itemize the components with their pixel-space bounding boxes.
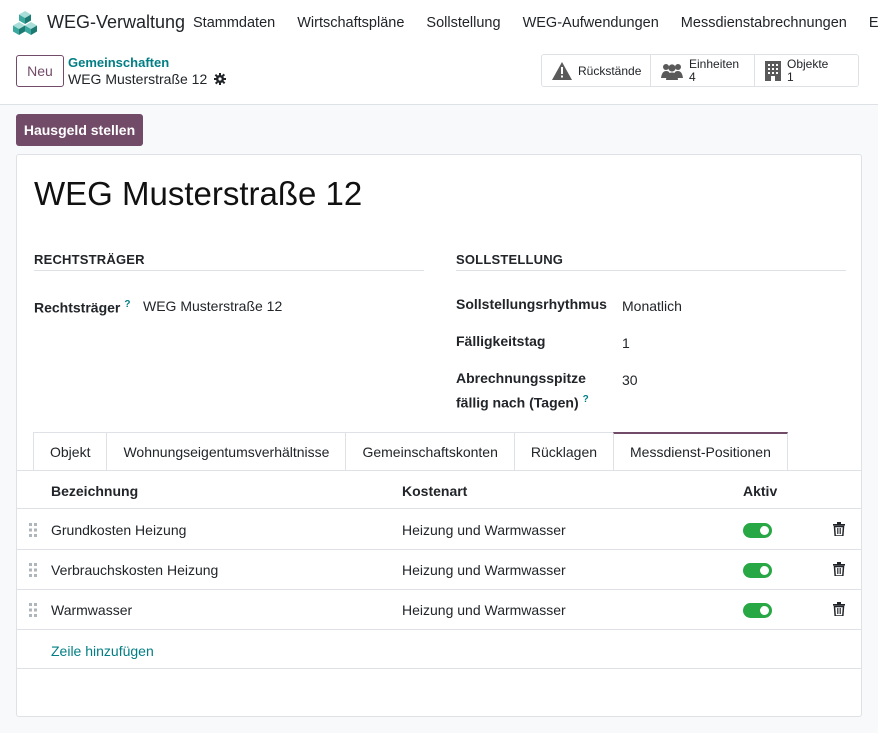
add-line-link[interactable]: Zeile hinzufügen bbox=[51, 643, 154, 659]
cell-kostenart[interactable]: Heizung und Warmwasser bbox=[402, 602, 566, 618]
faelligkeitstag-field[interactable]: 1 bbox=[622, 335, 630, 351]
objekte-count: 1 bbox=[787, 69, 794, 84]
tab-ruecklagen[interactable]: Rücklagen bbox=[513, 432, 614, 471]
group-title-rechtstraeger: RECHTSTRÄGER bbox=[34, 252, 145, 267]
drag-handle-icon[interactable] bbox=[29, 563, 37, 577]
users-icon bbox=[661, 62, 683, 80]
tab-gemeinschaftskonten[interactable]: Gemeinschaftskonten bbox=[345, 432, 514, 471]
trash-icon[interactable] bbox=[833, 602, 845, 616]
table-row[interactable]: Grundkosten Heizung Heizung und Warmwass… bbox=[17, 510, 861, 550]
table-row[interactable]: Warmwasser Heizung und Warmwasser bbox=[17, 590, 861, 630]
app-logo-icon[interactable] bbox=[12, 10, 38, 36]
column-header-bezeichnung[interactable]: Bezeichnung bbox=[51, 483, 138, 499]
form-sheet: WEG Musterstraße 12 RECHTSTRÄGER SOLLSTE… bbox=[16, 154, 862, 717]
rechtstraeger-label-text: Rechtsträger bbox=[34, 299, 121, 316]
abrechnungsspitze-label: Abrechnungsspitze fällig nach (Tagen)? bbox=[456, 368, 589, 414]
column-header-kostenart[interactable]: Kostenart bbox=[402, 483, 467, 499]
abrechnungsspitze-field[interactable]: 30 bbox=[622, 372, 638, 388]
trash-icon[interactable] bbox=[833, 522, 845, 536]
top-navbar: WEG-Verwaltung Stammdaten Wirtschaftsplä… bbox=[0, 0, 878, 46]
cell-bezeichnung[interactable]: Verbrauchskosten Heizung bbox=[51, 562, 218, 578]
main-menu: Stammdaten Wirtschaftspläne Sollstellung… bbox=[193, 15, 878, 31]
menu-item-eroeffnung[interactable]: Eröffn bbox=[869, 15, 878, 31]
help-icon[interactable]: ? bbox=[124, 299, 130, 310]
smart-buttons: Rückstände Einheiten 4 Objekte 1 bbox=[541, 54, 859, 87]
help-icon[interactable]: ? bbox=[583, 394, 589, 405]
group-title-sollstellung: SOLLSTELLUNG bbox=[456, 252, 564, 267]
cell-kostenart[interactable]: Heizung und Warmwasser bbox=[402, 522, 566, 538]
breadcrumb-current: WEG Musterstraße 12 bbox=[68, 71, 227, 87]
objekte-button[interactable]: Objekte 1 bbox=[755, 55, 858, 86]
warning-icon bbox=[552, 61, 572, 80]
abrechnungsspitze-label-line1: Abrechnungsspitze bbox=[456, 370, 586, 386]
tab-wohnungseigentumsverhaeltnisse[interactable]: Wohnungseigentumsverhältnisse bbox=[106, 432, 346, 471]
group-divider-right bbox=[456, 270, 846, 271]
breadcrumb-parent[interactable]: Gemeinschaften bbox=[68, 55, 169, 70]
table-header: Bezeichnung Kostenart Aktiv bbox=[17, 471, 861, 509]
notebook-tabs: Objekt Wohnungseigentumsverhältnisse Gem… bbox=[33, 432, 788, 471]
rueckstaende-label: Rückstände bbox=[578, 63, 642, 78]
new-button[interactable]: Neu bbox=[16, 55, 64, 87]
rechtstraeger-field[interactable]: WEG Musterstraße 12 bbox=[143, 298, 282, 314]
app-name[interactable]: WEG-Verwaltung bbox=[47, 12, 185, 33]
rhythmus-label: Sollstellungsrhythmus bbox=[456, 296, 607, 312]
table-row[interactable]: Verbrauchskosten Heizung Heizung und War… bbox=[17, 550, 861, 590]
column-header-aktiv[interactable]: Aktiv bbox=[743, 483, 777, 499]
menu-item-stammdaten[interactable]: Stammdaten bbox=[193, 15, 275, 31]
einheiten-label: Einheiten bbox=[689, 56, 740, 71]
aktiv-toggle[interactable] bbox=[743, 603, 772, 618]
cell-kostenart[interactable]: Heizung und Warmwasser bbox=[402, 562, 566, 578]
einheiten-count: 4 bbox=[689, 69, 696, 84]
trash-icon[interactable] bbox=[833, 562, 845, 576]
control-panel: Neu Gemeinschaften WEG Musterstraße 12 R… bbox=[0, 46, 878, 105]
tab-messdienst-positionen[interactable]: Messdienst-Positionen bbox=[613, 432, 788, 471]
faelligkeitstag-label: Fälligkeitstag bbox=[456, 333, 546, 349]
hausgeld-stellen-button[interactable]: Hausgeld stellen bbox=[16, 114, 143, 146]
abrechnungsspitze-label-line2: fällig nach (Tagen) bbox=[456, 394, 579, 411]
gear-icon[interactable] bbox=[214, 73, 227, 85]
menu-item-sollstellung[interactable]: Sollstellung bbox=[426, 15, 500, 31]
aktiv-toggle[interactable] bbox=[743, 523, 772, 538]
menu-item-weg-aufwendungen[interactable]: WEG-Aufwendungen bbox=[523, 15, 659, 31]
rhythmus-field[interactable]: Monatlich bbox=[622, 298, 682, 314]
add-line-row: Zeile hinzufügen bbox=[17, 631, 861, 669]
cell-bezeichnung[interactable]: Warmwasser bbox=[51, 602, 132, 618]
einheiten-button[interactable]: Einheiten 4 bbox=[651, 55, 755, 86]
menu-item-messdienstabrechnungen[interactable]: Messdienstabrechnungen bbox=[681, 15, 847, 31]
drag-handle-icon[interactable] bbox=[29, 603, 37, 617]
cell-bezeichnung[interactable]: Grundkosten Heizung bbox=[51, 522, 186, 538]
drag-handle-icon[interactable] bbox=[29, 523, 37, 537]
rechtstraeger-label: Rechtsträger? bbox=[34, 294, 130, 319]
tab-objekt[interactable]: Objekt bbox=[33, 432, 107, 471]
building-icon bbox=[765, 60, 781, 81]
aktiv-toggle[interactable] bbox=[743, 563, 772, 578]
objekte-label: Objekte bbox=[787, 56, 829, 71]
group-divider-left bbox=[34, 270, 424, 271]
rueckstaende-button[interactable]: Rückstände bbox=[542, 55, 651, 86]
record-title[interactable]: WEG Musterstraße 12 bbox=[34, 175, 362, 213]
menu-item-wirtschaftsplaene[interactable]: Wirtschaftspläne bbox=[297, 15, 404, 31]
breadcrumb-current-label: WEG Musterstraße 12 bbox=[68, 71, 208, 87]
